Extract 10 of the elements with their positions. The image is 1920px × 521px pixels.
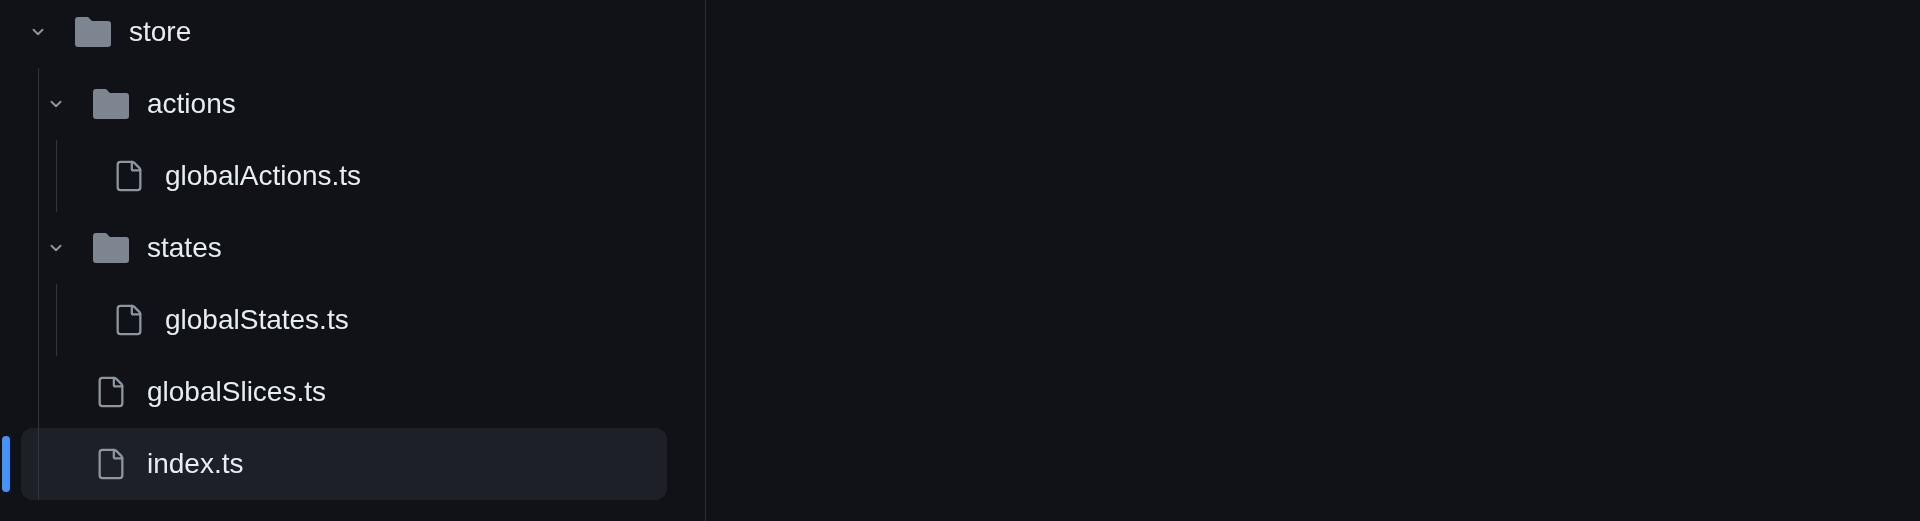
file-row[interactable]: globalStates.ts <box>21 284 667 356</box>
folder-row[interactable]: states <box>21 212 667 284</box>
selection-indicator <box>2 436 10 492</box>
folder-icon <box>75 17 111 47</box>
folder-row[interactable]: store <box>21 0 667 68</box>
folder-row[interactable]: actions <box>21 68 667 140</box>
folder-icon <box>93 89 129 119</box>
file-row[interactable]: globalSlices.ts <box>21 356 667 428</box>
folder-icon <box>93 233 129 263</box>
file-row[interactable]: globalActions.ts <box>21 140 667 212</box>
